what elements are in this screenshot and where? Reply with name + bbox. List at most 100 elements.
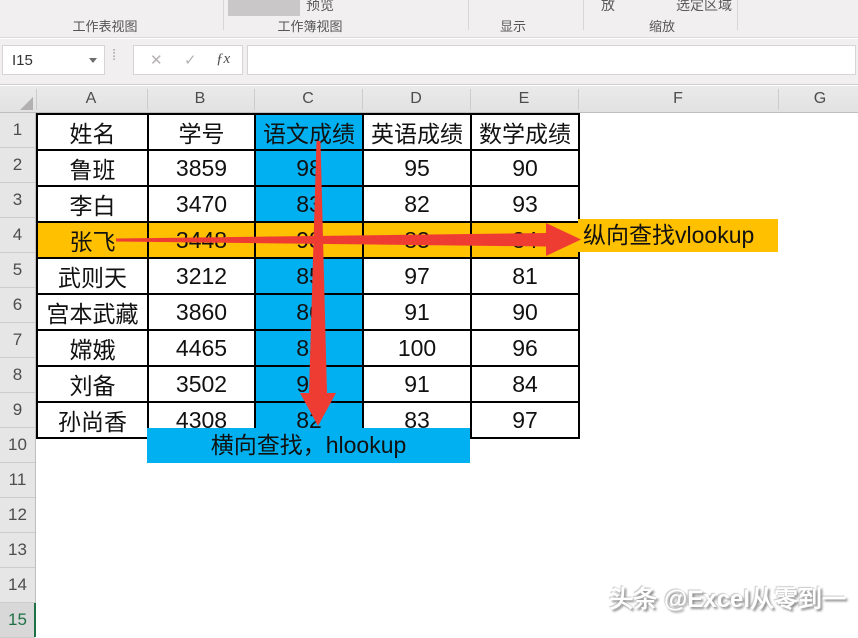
name-box[interactable]: I15 bbox=[2, 45, 105, 75]
cell[interactable]: 83 bbox=[255, 186, 363, 222]
ribbon-partial-button-icon[interactable] bbox=[228, 0, 300, 16]
student-score-table: 姓名 学号 语文成绩 英语成绩 数学成绩 鲁班 3859 98 95 90 李白… bbox=[36, 113, 580, 439]
cell[interactable]: 孙尚香 bbox=[37, 402, 148, 438]
cell[interactable]: 83 bbox=[363, 222, 471, 258]
cell[interactable]: 鲁班 bbox=[37, 150, 148, 186]
cell[interactable]: 97 bbox=[471, 402, 579, 438]
cell[interactable]: 91 bbox=[363, 294, 471, 330]
column-header-a[interactable]: A bbox=[86, 90, 97, 108]
cell[interactable]: 95 bbox=[363, 150, 471, 186]
cell[interactable]: 98 bbox=[255, 150, 363, 186]
table-row: 宫本武藏 3860 86 91 90 bbox=[37, 294, 579, 330]
cell[interactable]: 93 bbox=[471, 186, 579, 222]
cell[interactable]: 96 bbox=[471, 330, 579, 366]
vlookup-callout-cell[interactable]: 纵向查找vlookup bbox=[578, 219, 778, 252]
row-header-5[interactable]: 5 bbox=[0, 253, 35, 288]
row-header-7[interactable]: 7 bbox=[0, 323, 35, 358]
row-header-8[interactable]: 8 bbox=[0, 358, 35, 393]
row-header-13[interactable]: 13 bbox=[0, 533, 35, 568]
ribbon-separator bbox=[223, 0, 224, 30]
cell[interactable]: 97 bbox=[363, 258, 471, 294]
table-header-row: 姓名 学号 语文成绩 英语成绩 数学成绩 bbox=[37, 114, 579, 150]
cell[interactable]: 3212 bbox=[148, 258, 255, 294]
cell[interactable]: 宫本武藏 bbox=[37, 294, 148, 330]
hlookup-callout-merged-cell[interactable]: 横向查找，hlookup bbox=[147, 428, 470, 463]
header-cell-chinese[interactable]: 语文成绩 bbox=[255, 114, 363, 150]
row-header-3[interactable]: 3 bbox=[0, 183, 35, 218]
ribbon-group-workbook-views: 工作簿视图 bbox=[277, 16, 342, 35]
row-header-2[interactable]: 2 bbox=[0, 148, 35, 183]
ribbon-group-sheet-view: 工作表视图 bbox=[72, 16, 137, 35]
column-header-d[interactable]: D bbox=[410, 90, 422, 108]
ribbon-zoom-to-selection-button[interactable]: 选定区域 bbox=[676, 0, 732, 15]
cell[interactable]: 4465 bbox=[148, 330, 255, 366]
column-header-strip: A B C D E F G bbox=[0, 86, 858, 113]
formula-buttons-panel: ✕ ✓ ƒx bbox=[133, 45, 243, 75]
cell[interactable]: 81 bbox=[471, 258, 579, 294]
row-header-6[interactable]: 6 bbox=[0, 288, 35, 323]
header-cell-math[interactable]: 数学成绩 bbox=[471, 114, 579, 150]
name-box-value: I15 bbox=[12, 52, 33, 69]
table-row-highlighted-yellow: 张飞 3448 98 83 84 bbox=[37, 222, 579, 258]
cell[interactable]: 91 bbox=[363, 366, 471, 402]
row-header-9[interactable]: 9 bbox=[0, 393, 35, 428]
cell[interactable]: 武则天 bbox=[37, 258, 148, 294]
cell[interactable]: 90 bbox=[471, 150, 579, 186]
ribbon-group-zoom: 缩放 bbox=[649, 16, 675, 35]
row-header-4[interactable]: 4 bbox=[0, 218, 35, 253]
cell[interactable]: 3859 bbox=[148, 150, 255, 186]
table-row: 武则天 3212 85 97 81 bbox=[37, 258, 579, 294]
row-header-11[interactable]: 11 bbox=[0, 463, 35, 498]
cell[interactable]: 84 bbox=[471, 366, 579, 402]
cell[interactable]: 100 bbox=[363, 330, 471, 366]
row-header-12[interactable]: 12 bbox=[0, 498, 35, 533]
header-cell-name[interactable]: 姓名 bbox=[37, 114, 148, 150]
ribbon-strip: 预览 放 选定区域 工作表视图 工作簿视图 显示 缩放 bbox=[0, 0, 858, 38]
row-header-10[interactable]: 10 bbox=[0, 428, 35, 463]
formula-input[interactable] bbox=[247, 45, 856, 75]
ribbon-separator bbox=[737, 0, 738, 30]
row-header-14[interactable]: 14 bbox=[0, 568, 35, 603]
cell[interactable]: 刘备 bbox=[37, 366, 148, 402]
insert-function-icon[interactable]: ƒx bbox=[216, 51, 230, 68]
table-row: 李白 3470 83 82 93 bbox=[37, 186, 579, 222]
cell[interactable]: 90 bbox=[471, 294, 579, 330]
column-header-e[interactable]: E bbox=[519, 90, 530, 108]
cell[interactable]: 李白 bbox=[37, 186, 148, 222]
cell[interactable]: 82 bbox=[363, 186, 471, 222]
cell[interactable]: 98 bbox=[255, 222, 363, 258]
header-cell-id[interactable]: 学号 bbox=[148, 114, 255, 150]
separator-dots-icon: ⁞ bbox=[112, 47, 116, 64]
cell[interactable]: 3502 bbox=[148, 366, 255, 402]
cell[interactable]: 3448 bbox=[148, 222, 255, 258]
table-row: 嫦娥 4465 83 100 96 bbox=[37, 330, 579, 366]
formula-bar-row: I15 ⁞ ✕ ✓ ƒx bbox=[0, 39, 858, 85]
ribbon-separator bbox=[583, 0, 584, 30]
cell[interactable]: 3470 bbox=[148, 186, 255, 222]
cell[interactable]: 3860 bbox=[148, 294, 255, 330]
header-cell-english[interactable]: 英语成绩 bbox=[363, 114, 471, 150]
row-header-1[interactable]: 1 bbox=[0, 113, 35, 148]
ribbon-separator bbox=[468, 0, 469, 30]
cell[interactable]: 85 bbox=[255, 258, 363, 294]
cell[interactable]: 张飞 bbox=[37, 222, 148, 258]
ribbon-preview-button[interactable]: 预览 bbox=[306, 0, 334, 15]
cell[interactable]: 嫦娥 bbox=[37, 330, 148, 366]
watermark-text: 头条 @Excel从零到一 bbox=[609, 579, 846, 614]
cancel-icon[interactable]: ✕ bbox=[150, 51, 163, 69]
column-header-b[interactable]: B bbox=[195, 90, 206, 108]
name-box-dropdown-icon[interactable] bbox=[89, 58, 97, 63]
cell[interactable]: 83 bbox=[255, 330, 363, 366]
cell[interactable]: 86 bbox=[255, 294, 363, 330]
ribbon-zoom-button-cut[interactable]: 放 bbox=[601, 0, 615, 15]
column-header-c[interactable]: C bbox=[302, 90, 314, 108]
select-all-triangle-icon bbox=[20, 97, 33, 110]
enter-icon[interactable]: ✓ bbox=[184, 51, 197, 69]
row-header-strip: 1 2 3 4 5 6 7 8 9 10 11 12 13 14 15 bbox=[0, 113, 36, 621]
column-header-g[interactable]: G bbox=[814, 90, 826, 108]
select-all-corner[interactable] bbox=[0, 86, 36, 112]
table-row: 鲁班 3859 98 95 90 bbox=[37, 150, 579, 186]
column-header-f[interactable]: F bbox=[673, 90, 683, 108]
cell[interactable]: 90 bbox=[255, 366, 363, 402]
cell[interactable]: 84 bbox=[471, 222, 579, 258]
